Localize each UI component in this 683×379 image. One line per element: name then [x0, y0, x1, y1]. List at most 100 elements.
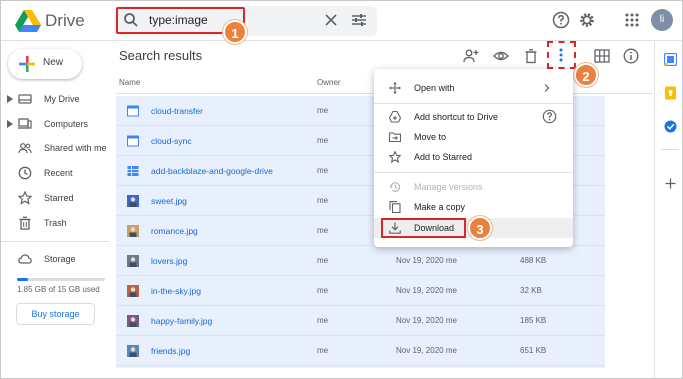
table-row[interactable]: lovers.jpg me Nov 19, 2020 me 488 KB [116, 246, 605, 276]
caret-right-icon[interactable] [7, 95, 13, 103]
tasks-icon[interactable] [664, 120, 677, 133]
step-badge-1: 1 [223, 20, 247, 44]
file-modified: Nov 19, 2020 me [396, 286, 457, 295]
star-icon [389, 151, 401, 163]
info-icon[interactable] [623, 48, 639, 64]
table-row[interactable]: in-the-sky.jpg me Nov 19, 2020 me 32 KB [116, 276, 605, 306]
more-vert-icon[interactable] [553, 47, 569, 63]
plus-icon [19, 56, 35, 72]
step-badge-2: 2 [574, 63, 598, 87]
file-modified: Nov 19, 2020 me [396, 316, 457, 325]
sidebar-item-label: Computers [44, 119, 89, 129]
avatar[interactable]: li [651, 9, 673, 31]
people-icon [18, 143, 32, 154]
menu-item-make-copy[interactable]: Make a copy [374, 197, 573, 217]
menu-divider [374, 172, 573, 173]
keep-icon[interactable] [664, 86, 677, 100]
sidebar-divider [1, 241, 109, 242]
file-size: 185 KB [520, 316, 547, 325]
file-size: 651 KB [520, 346, 547, 355]
search-icon[interactable] [123, 12, 139, 28]
table-row[interactable]: happy-family.jpg me Nov 19, 2020 me 185 KB [116, 306, 605, 336]
calendar-icon[interactable] [664, 53, 677, 66]
sidebar-item-storage[interactable]: Storage [1, 249, 113, 271]
help-icon[interactable] [542, 109, 557, 124]
file-owner: me [317, 136, 329, 145]
menu-item-label: Move to [414, 132, 447, 142]
storage-usage-text: 1.85 GB of 15 GB used [17, 285, 100, 294]
file-name[interactable]: romance.jpg [151, 226, 198, 236]
drive-logo-icon[interactable] [15, 10, 41, 32]
image-thumbnail-icon [127, 345, 139, 357]
close-icon[interactable] [323, 12, 339, 28]
file-name[interactable]: lovers.jpg [151, 256, 187, 266]
table-file-icon [127, 166, 139, 176]
buy-storage-button[interactable]: Buy storage [16, 303, 95, 325]
apps-grid-icon[interactable] [624, 12, 640, 28]
sidebar-item-shared[interactable]: Shared with me [1, 138, 113, 160]
preview-eye-icon[interactable] [493, 48, 509, 64]
history-icon [389, 182, 401, 192]
trash-icon[interactable] [523, 48, 539, 64]
file-owner: me [317, 196, 329, 205]
file-name[interactable]: sweet.jpg [151, 196, 187, 206]
app-window: Drive type:image 1 li New My Drive Compu… [0, 0, 683, 379]
file-size: 32 KB [520, 286, 542, 295]
image-thumbnail-icon [127, 195, 139, 207]
storage-bar [17, 278, 105, 281]
column-header-name[interactable]: Name [119, 78, 140, 87]
file-owner: me [317, 166, 329, 175]
menu-item-label: Make a copy [414, 202, 466, 212]
menu-item-label: Manage versions [414, 182, 483, 192]
sidebar: New My Drive Computers Shared with me Re… [1, 41, 113, 378]
menu-divider [374, 103, 573, 104]
grid-view-icon[interactable] [594, 48, 610, 64]
sidebar-item-my-drive[interactable]: My Drive [1, 89, 113, 111]
new-button-label: New [43, 57, 64, 68]
menu-item-manage-versions: Manage versions [374, 177, 573, 197]
search-options-icon[interactable] [351, 12, 367, 28]
clock-icon [18, 166, 32, 180]
file-name[interactable]: happy-family.jpg [151, 316, 212, 326]
sidebar-item-computers[interactable]: Computers [1, 114, 113, 136]
storage-bar-fill [17, 278, 28, 281]
sidebar-item-starred[interactable]: Starred [1, 188, 113, 210]
add-addon-icon[interactable] [665, 178, 676, 189]
file-modified: Nov 19, 2020 me [396, 256, 457, 265]
share-add-person-icon[interactable] [463, 48, 479, 64]
move-arrows-icon [389, 82, 401, 94]
sidebar-item-recent[interactable]: Recent [1, 163, 113, 185]
file-name[interactable]: cloud-transfer [151, 106, 203, 116]
file-name[interactable]: in-the-sky.jpg [151, 286, 201, 296]
menu-item-add-to-starred[interactable]: Add to Starred [374, 147, 573, 167]
help-icon[interactable] [552, 11, 570, 29]
image-thumbnail-icon [127, 315, 139, 327]
file-owner: me [317, 346, 329, 355]
file-name[interactable]: friends.jpg [151, 346, 190, 356]
file-owner: me [317, 226, 329, 235]
new-button[interactable]: New [8, 49, 82, 79]
search-input[interactable]: type:image [149, 13, 208, 27]
sidebar-item-label: Shared with me [44, 143, 107, 153]
menu-item-label: Add shortcut to Drive [414, 112, 499, 122]
app-brand: Drive [45, 11, 85, 30]
caret-right-icon[interactable] [7, 120, 13, 128]
menu-item-add-shortcut[interactable]: Add shortcut to Drive [374, 107, 573, 127]
storage-label: Storage [44, 254, 76, 264]
gear-icon[interactable] [578, 11, 596, 29]
step-badge-3: 3 [468, 216, 492, 240]
menu-item-move-to[interactable]: Move to [374, 127, 573, 147]
cloud-icon [18, 254, 32, 264]
download-highlight [381, 218, 466, 238]
computer-icon [18, 118, 32, 129]
file-name[interactable]: cloud-sync [151, 136, 192, 146]
doc-file-icon [127, 135, 139, 147]
file-name[interactable]: add-backblaze-and-google-drive [151, 166, 273, 176]
sidebar-item-trash[interactable]: Trash [1, 213, 113, 235]
column-header-owner[interactable]: Owner [317, 78, 341, 87]
menu-item-open-with[interactable]: Open with [374, 78, 573, 98]
star-icon [18, 191, 32, 205]
file-owner: me [317, 256, 329, 265]
table-row[interactable]: friends.jpg me Nov 19, 2020 me 651 KB [116, 336, 605, 366]
menu-item-label: Open with [414, 83, 455, 93]
